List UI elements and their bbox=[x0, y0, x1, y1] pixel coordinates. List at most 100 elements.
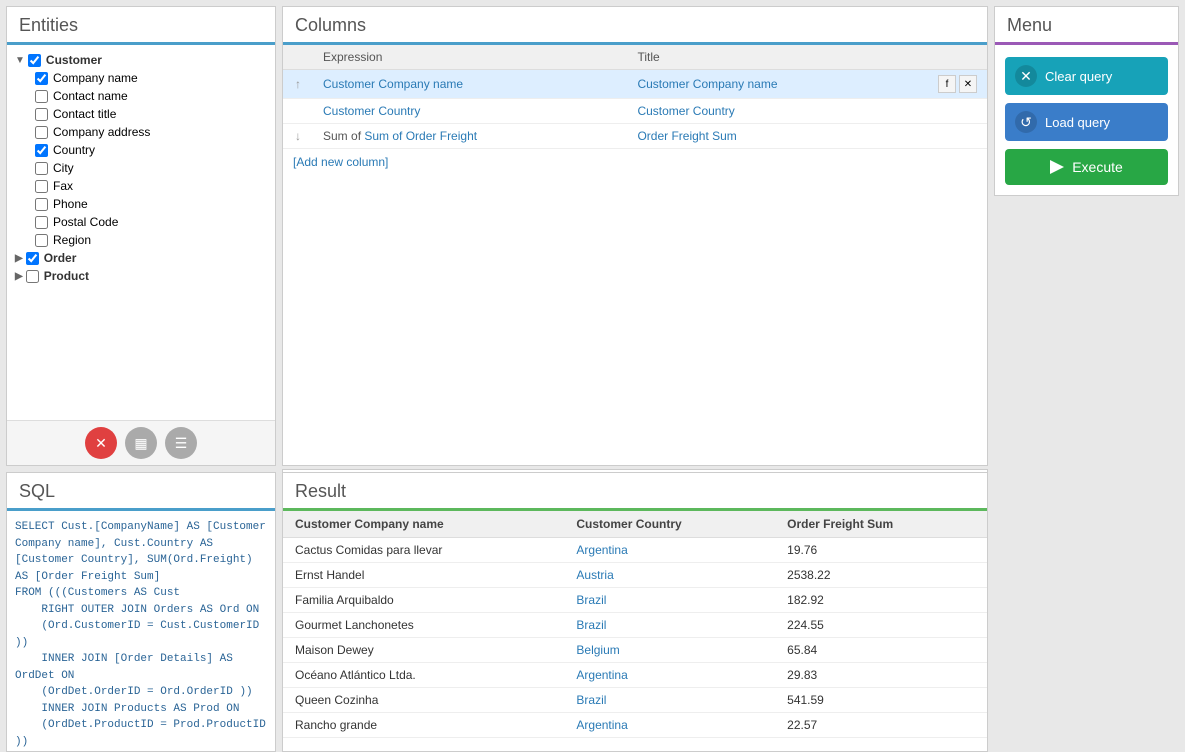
label-company-address: Company address bbox=[53, 125, 150, 139]
tree-item-product[interactable]: ▶ Product bbox=[11, 267, 271, 285]
checkbox-postal-code[interactable] bbox=[35, 216, 48, 229]
result-freight: 2538.22 bbox=[775, 563, 987, 588]
sql-text: SELECT Cust.[CompanyName] AS [Customer C… bbox=[15, 519, 267, 751]
load-query-label: Load query bbox=[1045, 115, 1110, 130]
checkbox-region[interactable] bbox=[35, 234, 48, 247]
clear-query-label: Clear query bbox=[1045, 69, 1112, 84]
sort-down-icon[interactable]: ↓ bbox=[283, 124, 313, 149]
result-country: Argentina bbox=[564, 663, 775, 688]
table-row: Ernst HandelAustria2538.22 bbox=[283, 563, 987, 588]
col-title-3: Order Freight Sum bbox=[627, 124, 987, 149]
col-expression-2[interactable]: Customer Country bbox=[313, 99, 627, 124]
label-order: Order bbox=[44, 251, 77, 265]
table-row: Cactus Comidas para llevarArgentina19.76 bbox=[283, 538, 987, 563]
columns-button[interactable]: ☰ bbox=[165, 427, 197, 459]
sort-up-icon[interactable]: ↑ bbox=[283, 70, 313, 99]
table-row: Rancho grandeArgentina22.57 bbox=[283, 713, 987, 738]
col-title-text-1: Customer Company name bbox=[637, 77, 777, 91]
menu-title: Menu bbox=[995, 7, 1178, 45]
table-button[interactable]: ▦ bbox=[125, 427, 157, 459]
checkbox-customer[interactable] bbox=[28, 54, 41, 67]
result-company: Maison Dewey bbox=[283, 638, 564, 663]
tree-item-postal-code[interactable]: Postal Code bbox=[31, 213, 271, 231]
tree-item-contact-title[interactable]: Contact title bbox=[31, 105, 271, 123]
col-title-text-2: Customer Country bbox=[637, 104, 734, 118]
table-row: Customer Country Customer Country bbox=[283, 99, 987, 124]
col-title-1: Customer Company name f ✕ bbox=[627, 70, 987, 99]
label-contact-title: Contact title bbox=[53, 107, 116, 121]
sum-label: Sum bbox=[323, 129, 348, 143]
result-header-country: Customer Country bbox=[564, 511, 775, 538]
table-row: Gourmet LanchonetesBrazil224.55 bbox=[283, 613, 987, 638]
label-company-name: Company name bbox=[53, 71, 138, 85]
arrow-customer: ▼ bbox=[15, 55, 25, 66]
add-column-link[interactable]: [Add new column] bbox=[283, 149, 987, 175]
tree-item-region[interactable]: Region bbox=[31, 231, 271, 249]
col-title-text-3: Order Freight Sum bbox=[637, 129, 736, 143]
of-label: of bbox=[351, 129, 364, 143]
result-country: Brazil bbox=[564, 588, 775, 613]
arrow-product: ▶ bbox=[15, 271, 23, 282]
label-postal-code: Postal Code bbox=[53, 215, 118, 229]
label-product: Product bbox=[44, 269, 89, 283]
table-row: ↑ Customer Company name Customer Company… bbox=[283, 70, 987, 99]
col-func-btn-1[interactable]: f bbox=[938, 75, 956, 93]
label-phone: Phone bbox=[53, 197, 88, 211]
label-contact-name: Contact name bbox=[53, 89, 128, 103]
arrow-order: ▶ bbox=[15, 253, 23, 264]
tree-item-contact-name[interactable]: Contact name bbox=[31, 87, 271, 105]
sql-content: SELECT Cust.[CompanyName] AS [Customer C… bbox=[7, 511, 275, 751]
col-remove-btn-1[interactable]: ✕ bbox=[959, 75, 977, 93]
result-freight: 22.57 bbox=[775, 713, 987, 738]
tree-item-company-name[interactable]: Company name bbox=[31, 69, 271, 87]
tree-item-fax[interactable]: Fax bbox=[31, 177, 271, 195]
entities-panel: Entities ▼ Customer Company name Contact… bbox=[6, 6, 276, 466]
checkbox-product[interactable] bbox=[26, 270, 39, 283]
order-freight-link[interactable]: Sum of Order Freight bbox=[364, 129, 477, 143]
load-query-button[interactable]: ↺ Load query bbox=[1005, 103, 1168, 141]
tree-item-company-address[interactable]: Company address bbox=[31, 123, 271, 141]
menu-panel: Menu ✕ Clear query ↺ Load query Execute bbox=[994, 6, 1179, 752]
delete-button[interactable]: ✕ bbox=[85, 427, 117, 459]
tree-item-order[interactable]: ▶ Order bbox=[11, 249, 271, 267]
tree-item-phone[interactable]: Phone bbox=[31, 195, 271, 213]
load-icon: ↺ bbox=[1015, 111, 1037, 133]
checkbox-order[interactable] bbox=[26, 252, 39, 265]
checkbox-fax[interactable] bbox=[35, 180, 48, 193]
clear-query-button[interactable]: ✕ Clear query bbox=[1005, 57, 1168, 95]
result-company: Rancho grande bbox=[283, 713, 564, 738]
result-table-wrapper[interactable]: Customer Company name Customer Country O… bbox=[283, 511, 987, 751]
tree-item-city[interactable]: City bbox=[31, 159, 271, 177]
label-country: Country bbox=[53, 143, 95, 157]
checkbox-contact-title[interactable] bbox=[35, 108, 48, 121]
col-sort-header bbox=[283, 45, 313, 70]
checkbox-contact-name[interactable] bbox=[35, 90, 48, 103]
tree-item-country[interactable]: Country bbox=[31, 141, 271, 159]
checkbox-city[interactable] bbox=[35, 162, 48, 175]
col-expression-1[interactable]: Customer Company name bbox=[313, 70, 627, 99]
checkbox-company-address[interactable] bbox=[35, 126, 48, 139]
result-header-company: Customer Company name bbox=[283, 511, 564, 538]
result-freight: 65.84 bbox=[775, 638, 987, 663]
result-country: Argentina bbox=[564, 538, 775, 563]
col-expression-header: Expression bbox=[313, 45, 627, 70]
menu-inner: Menu ✕ Clear query ↺ Load query Execute bbox=[994, 6, 1179, 196]
result-company: Familia Arquibaldo bbox=[283, 588, 564, 613]
customer-children: Company name Contact name Contact title … bbox=[11, 69, 271, 249]
sql-title: SQL bbox=[7, 473, 275, 511]
result-country: Argentina bbox=[564, 713, 775, 738]
tree-item-customer[interactable]: ▼ Customer bbox=[11, 51, 271, 69]
result-country: Austria bbox=[564, 563, 775, 588]
checkbox-company-name[interactable] bbox=[35, 72, 48, 85]
result-company: Ernst Handel bbox=[283, 563, 564, 588]
result-freight: 224.55 bbox=[775, 613, 987, 638]
sql-panel: SQL SELECT Cust.[CompanyName] AS [Custom… bbox=[6, 472, 276, 752]
col-expression-3[interactable]: Sum of Sum of Order Freight bbox=[313, 124, 627, 149]
result-freight: 182.92 bbox=[775, 588, 987, 613]
columns-table: Expression Title ↑ Customer Company name… bbox=[283, 45, 987, 149]
sort-none-2 bbox=[283, 99, 313, 124]
execute-button[interactable]: Execute bbox=[1005, 149, 1168, 185]
columns-title: Columns bbox=[283, 7, 987, 45]
checkbox-phone[interactable] bbox=[35, 198, 48, 211]
checkbox-country[interactable] bbox=[35, 144, 48, 157]
